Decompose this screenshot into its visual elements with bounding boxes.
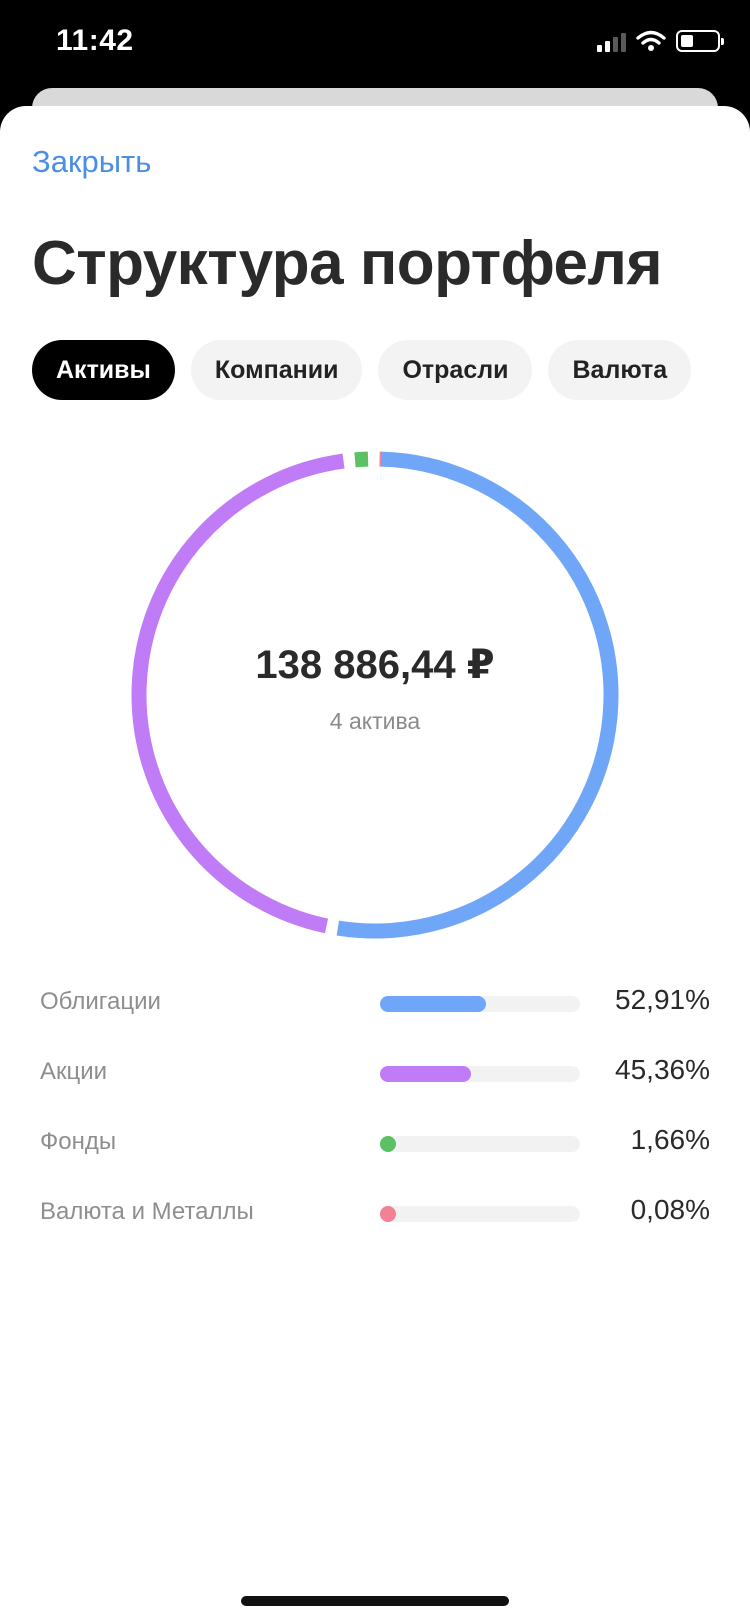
bar-track bbox=[380, 1206, 580, 1222]
battery-icon bbox=[676, 30, 724, 52]
tab-industries[interactable]: Отрасли bbox=[378, 340, 533, 400]
bar-track bbox=[380, 1066, 580, 1082]
cellular-signal-icon bbox=[597, 30, 626, 52]
asset-count: 4 актива bbox=[329, 707, 421, 734]
bar-track bbox=[380, 1136, 580, 1152]
row-percent: 1,66% bbox=[630, 1124, 710, 1155]
category-tabs: Активы Компании Отрасли Валюта bbox=[32, 340, 692, 400]
row-label: Валюта и Металлы bbox=[40, 1198, 254, 1225]
tab-currency[interactable]: Валюта bbox=[548, 340, 692, 400]
status-time: 11:42 bbox=[56, 24, 134, 57]
wifi-icon bbox=[636, 30, 666, 51]
bar-fill-funds bbox=[380, 1136, 396, 1152]
bar-fill-stocks bbox=[380, 1066, 471, 1082]
home-indicator bbox=[241, 1596, 509, 1606]
tab-companies[interactable]: Компании bbox=[190, 340, 363, 400]
row-percent: 52,91% bbox=[615, 984, 710, 1015]
row-label: Облигации bbox=[40, 988, 161, 1015]
row-percent: 45,36% bbox=[615, 1054, 710, 1085]
donut-center: 138 886,44 ₽ 4 актива bbox=[125, 445, 625, 945]
breakdown-row-funds[interactable]: Фонды 1,66% bbox=[0, 1116, 750, 1176]
row-label: Фонды bbox=[40, 1128, 117, 1155]
status-icons bbox=[597, 30, 724, 52]
allocation-donut-chart: 138 886,44 ₽ 4 актива bbox=[125, 445, 625, 945]
tab-assets[interactable]: Активы bbox=[32, 340, 175, 400]
status-bar: 11:42 bbox=[0, 0, 750, 92]
breakdown-row-stocks[interactable]: Акции 45,36% bbox=[0, 1046, 750, 1106]
bar-fill-bonds bbox=[380, 996, 486, 1012]
portfolio-structure-sheet: Закрыть Структура портфеля Активы Компан… bbox=[0, 106, 750, 1624]
bar-track bbox=[380, 996, 580, 1012]
portfolio-total-value: 138 886,44 ₽ bbox=[255, 642, 495, 687]
breakdown-row-currency-metals[interactable]: Валюта и Металлы 0,08% bbox=[0, 1186, 750, 1246]
close-button[interactable]: Закрыть bbox=[32, 144, 151, 180]
breakdown-row-bonds[interactable]: Облигации 52,91% bbox=[0, 976, 750, 1036]
row-percent: 0,08% bbox=[630, 1194, 710, 1225]
bar-fill-currency-metals bbox=[380, 1206, 396, 1222]
page-title: Структура портфеля bbox=[32, 229, 663, 298]
row-label: Акции bbox=[40, 1058, 108, 1085]
battery-level bbox=[681, 35, 693, 47]
